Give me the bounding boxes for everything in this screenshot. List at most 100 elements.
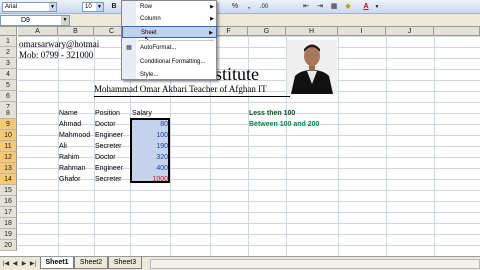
comma-style-button[interactable]: ,	[244, 2, 254, 12]
column-header-a[interactable]: A	[18, 27, 58, 36]
row-header[interactable]: 15	[0, 185, 17, 196]
tab-sheet3[interactable]: Sheet3	[108, 257, 142, 269]
row-header[interactable]: 17	[0, 207, 17, 218]
chevron-down-icon: ▼	[96, 3, 103, 11]
gridline	[386, 36, 387, 256]
cell-reference: D9	[21, 17, 30, 24]
decrease-indent-button[interactable]: ⇤	[300, 2, 312, 12]
name-box[interactable]: D9 ▼	[0, 15, 70, 26]
cell-salary[interactable]: 190	[130, 141, 170, 152]
chevron-down-icon: ▼	[61, 16, 69, 25]
menu-item-row[interactable]: Row ▶	[122, 1, 217, 13]
percent-style-button[interactable]: %	[230, 2, 240, 12]
row-header[interactable]: 20	[0, 240, 17, 251]
header-position: Position	[95, 110, 120, 117]
tab-sheet1[interactable]: Sheet1	[40, 257, 74, 269]
note-less-than: Less then 100	[249, 110, 296, 117]
row-header[interactable]: 14	[0, 174, 17, 185]
row-header[interactable]: 3	[0, 58, 17, 69]
font-size-select[interactable]: 10 ▼	[82, 2, 104, 12]
formatting-toolbar: Arial ▼ 10 ▼ B % , .00 ⇤ ⇥ ▦ ◆ A ▼	[0, 0, 480, 14]
select-all-corner[interactable]	[0, 27, 17, 36]
menu-separator	[138, 40, 214, 41]
font-name-value: Arial	[5, 4, 18, 10]
menu-item-label: Conditional Formatting...	[140, 59, 206, 65]
font-color-button[interactable]: A	[360, 2, 372, 12]
menu-item-label: Style...	[140, 72, 159, 78]
menu-item-label: Row	[140, 4, 153, 10]
horizontal-scrollbar[interactable]	[150, 259, 480, 269]
increase-decimal-button[interactable]: .00	[257, 2, 271, 12]
mobile-text: Mob: 0799 - 321000	[19, 50, 94, 60]
format-menu: Row ▶ Column ▶ Sheet ▶ ↖ ▦ AutoFormat...…	[121, 0, 217, 80]
fill-color-button[interactable]: ◆	[342, 2, 354, 12]
column-header-j[interactable]: J	[386, 27, 434, 36]
cell-position[interactable]: Secreter	[94, 141, 121, 152]
gridline	[338, 36, 339, 256]
chevron-down-icon: ▼	[49, 3, 56, 11]
increase-indent-button[interactable]: ⇥	[314, 2, 326, 12]
cell-salary-highlighted[interactable]: 1000	[130, 174, 170, 185]
cell-position[interactable]: Doctor	[94, 152, 116, 163]
chevron-down-icon[interactable]: ▼	[374, 2, 380, 12]
tab-sheet2[interactable]: Sheet2	[74, 257, 108, 269]
menu-item-autoformat[interactable]: ▦ AutoFormat...	[122, 42, 217, 54]
row-header[interactable]: 19	[0, 229, 17, 240]
cell-position[interactable]: Secreter	[94, 174, 121, 185]
note-between: Between 100 and 200	[249, 121, 320, 128]
next-sheet-icon[interactable]: ▶	[20, 260, 28, 268]
prev-sheet-icon[interactable]: ◀	[11, 260, 19, 268]
cell-position[interactable]: Engineer	[94, 163, 123, 174]
row-header[interactable]: 10	[0, 130, 17, 141]
menu-item-sheet[interactable]: Sheet ▶	[122, 26, 217, 38]
row-header[interactable]: 5	[0, 80, 17, 91]
sheet-tab-bar: |◀ ◀ ▶ ▶| Sheet1 Sheet2 Sheet3	[0, 256, 480, 270]
chevron-right-icon: ▶	[209, 30, 213, 36]
email-text: omarsarwary@hotmai	[19, 39, 100, 49]
first-sheet-icon[interactable]: |◀	[2, 260, 10, 268]
cell-name[interactable]: Ali	[58, 141, 67, 152]
cell-salary[interactable]: 320	[130, 152, 170, 163]
cell-name[interactable]: Ahmad	[58, 119, 81, 130]
header-name: Name	[59, 110, 78, 117]
column-header-b[interactable]: B	[58, 27, 94, 36]
cell-position[interactable]: Doctor	[94, 119, 116, 130]
bold-button[interactable]: B	[108, 2, 120, 12]
menu-item-label: AutoFormat...	[140, 45, 177, 51]
row-header[interactable]: 8	[0, 108, 17, 119]
cell-name[interactable]: Rahman	[58, 163, 85, 174]
chevron-right-icon: ▶	[210, 16, 214, 22]
column-header-k[interactable]	[434, 27, 480, 36]
column-header-i[interactable]: I	[338, 27, 386, 36]
last-sheet-icon[interactable]: ▶|	[29, 260, 37, 268]
font-size-value: 10	[85, 4, 92, 10]
row-header[interactable]: 9	[0, 119, 17, 130]
cell-salary[interactable]: 80	[130, 119, 170, 130]
cell-name[interactable]: Ghafor	[58, 174, 80, 185]
institute-title: stitute	[215, 64, 259, 84]
row-header[interactable]: 12	[0, 152, 17, 163]
autoformat-icon: ▦	[126, 45, 132, 51]
gridline	[434, 36, 435, 256]
menu-item-conditional-formatting[interactable]: Conditional Formatting...	[122, 56, 217, 68]
row-header[interactable]: 16	[0, 196, 17, 207]
row-header[interactable]: 4	[0, 69, 17, 80]
row-header[interactable]: 13	[0, 163, 17, 174]
menu-item-column[interactable]: Column ▶	[122, 13, 217, 25]
cell-salary[interactable]: 400	[130, 163, 170, 174]
menu-item-style[interactable]: Style...	[122, 69, 217, 81]
person-icon	[287, 40, 337, 94]
borders-button[interactable]: ▦	[328, 2, 340, 12]
row-header[interactable]: 6	[0, 91, 17, 102]
row-header[interactable]: 18	[0, 218, 17, 229]
font-name-select[interactable]: Arial ▼	[2, 2, 57, 12]
cell-name[interactable]: Mahmood	[58, 130, 90, 141]
cell-position[interactable]: Engineer	[94, 130, 123, 141]
row-header[interactable]: 1	[0, 36, 17, 47]
cell-salary[interactable]: 100	[130, 130, 170, 141]
column-header-h[interactable]: H	[286, 27, 338, 36]
cell-name[interactable]: Rahim	[58, 152, 79, 163]
column-header-g[interactable]: G	[248, 27, 286, 36]
row-header[interactable]: 2	[0, 47, 17, 58]
row-header[interactable]: 11	[0, 141, 17, 152]
